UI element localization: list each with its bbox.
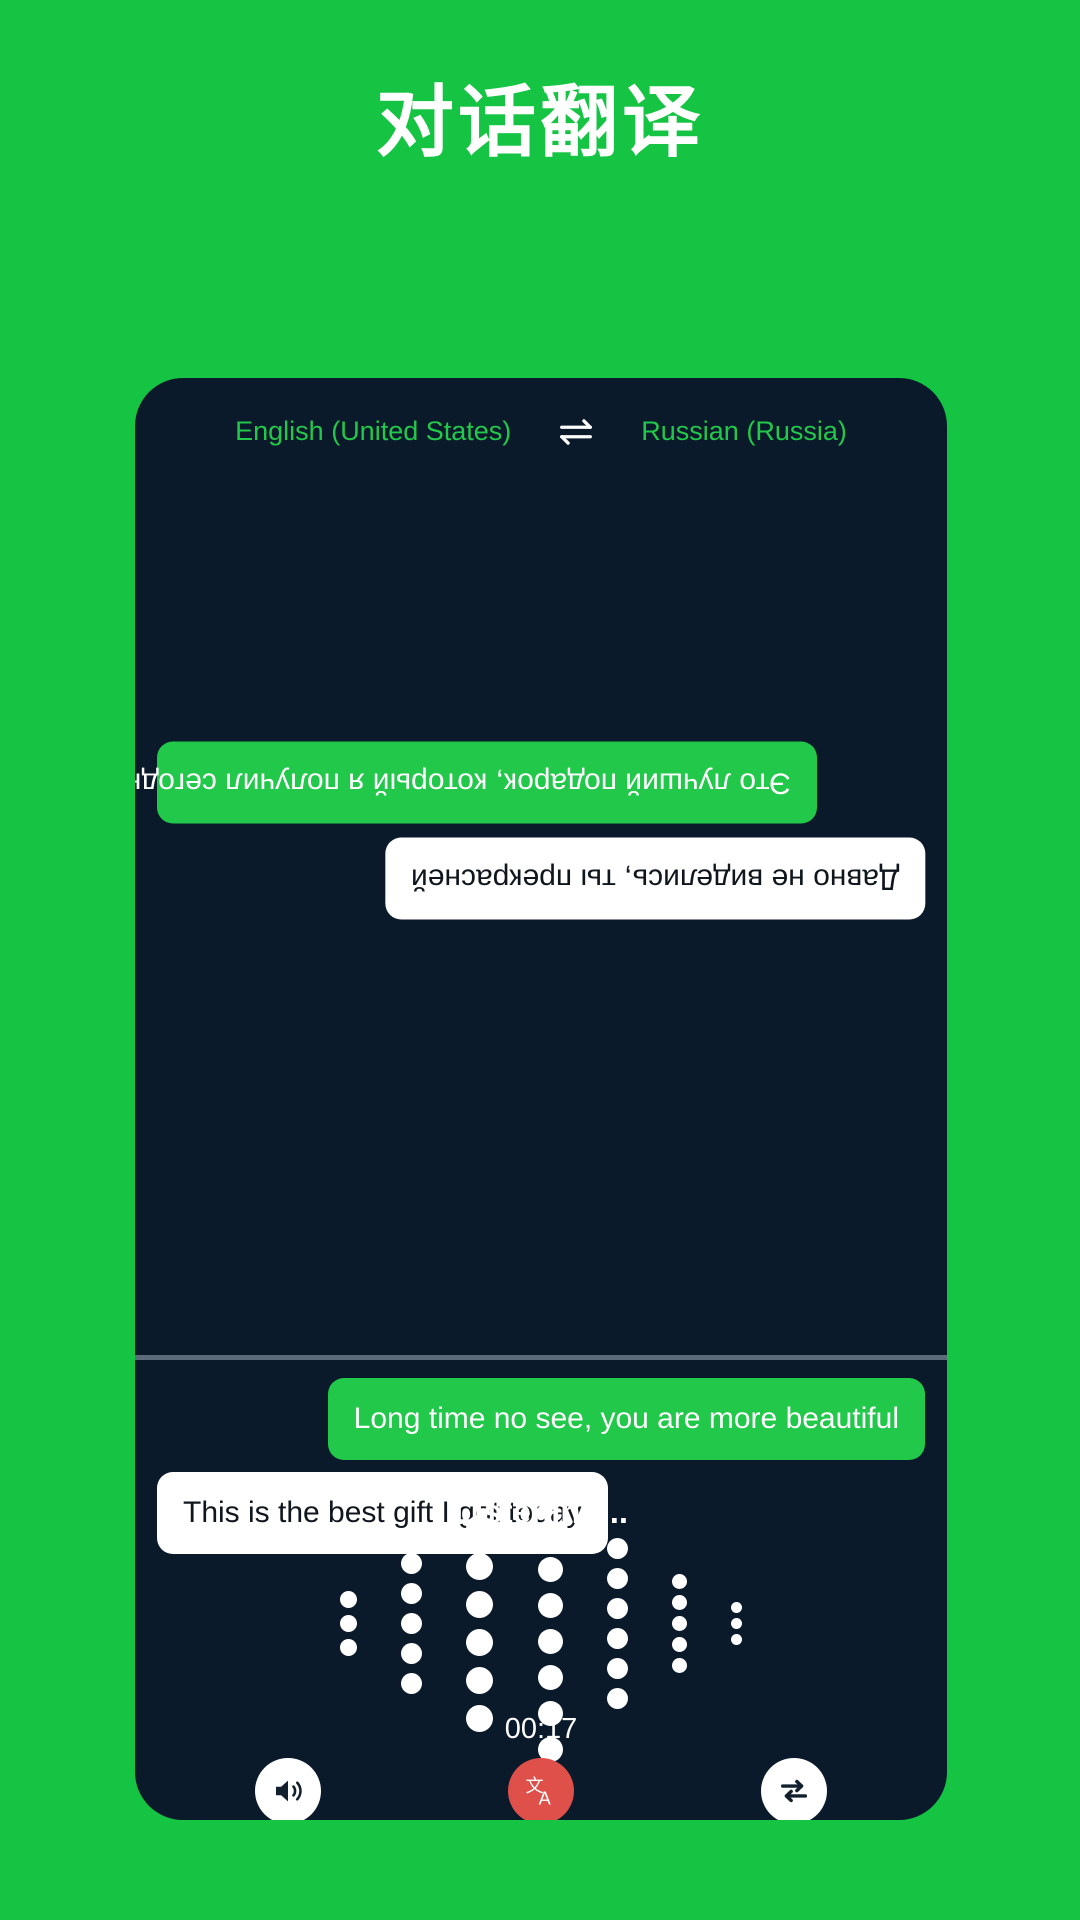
message-bubble-local-1: Long time no see, you are more beautiful xyxy=(327,1378,925,1460)
waveform-dot xyxy=(466,1628,494,1656)
waveform-dot xyxy=(466,1666,494,1694)
quit-button[interactable]: 文 A Quit xyxy=(436,1758,646,1820)
page-title: 对话翻译 xyxy=(375,78,704,166)
waveform-column xyxy=(466,1514,494,1732)
source-language-selector[interactable]: English (United States) xyxy=(235,416,511,447)
recording-timer: 00:17 xyxy=(504,1713,578,1745)
message-bubble-remote-2: Давно не виделись, ты прекрасней xyxy=(384,838,925,920)
svg-text:A: A xyxy=(539,1788,552,1808)
waveform-dot xyxy=(606,1657,628,1679)
waveform-dot xyxy=(401,1552,423,1574)
remote-conversation-panel: Это лучший подарок, который я получил се… xyxy=(135,474,947,1354)
translate-icon: 文 A xyxy=(507,1758,574,1820)
speaker-toggle-button[interactable]: Speaker is on xyxy=(183,1758,393,1820)
waveform-dot xyxy=(466,1552,494,1580)
waveform-column xyxy=(339,1590,357,1656)
speaker-on-icon xyxy=(254,1758,321,1820)
audio-waveform xyxy=(135,1484,947,1762)
waveform-dot xyxy=(466,1514,494,1542)
waveform-dot xyxy=(606,1627,628,1649)
waveform-dot xyxy=(671,1573,687,1589)
waveform-dot xyxy=(401,1642,423,1664)
message-row: Long time no see, you are more beautiful xyxy=(135,1378,947,1460)
waveform-column xyxy=(401,1552,423,1694)
waveform-dot xyxy=(537,1592,563,1618)
waveform-dot xyxy=(606,1597,628,1619)
waveform-dot xyxy=(537,1628,563,1654)
waveform-dot xyxy=(339,1638,357,1656)
waveform-dot xyxy=(606,1537,628,1559)
waveform-dot xyxy=(466,1590,494,1618)
waveform-dot xyxy=(671,1636,687,1652)
language-bar: English (United States) Russian (Russia) xyxy=(135,416,947,447)
waveform-dot xyxy=(606,1687,628,1709)
waveform-dot xyxy=(537,1484,563,1510)
message-row: Давно не виделись, ты прекрасней xyxy=(135,838,947,920)
waveform-dot xyxy=(731,1617,743,1629)
waveform-dot xyxy=(731,1633,743,1645)
waveform-dot xyxy=(339,1614,357,1632)
waveform-dot xyxy=(537,1556,563,1582)
waveform-dot xyxy=(401,1612,423,1634)
waveform-column xyxy=(671,1573,687,1673)
target-language-selector[interactable]: Russian (Russia) xyxy=(641,416,847,447)
message-bubble-remote-1: Это лучший подарок, который я получил се… xyxy=(135,742,817,824)
waveform-column xyxy=(606,1537,628,1709)
waveform-column xyxy=(731,1601,743,1645)
waveform-dot xyxy=(606,1567,628,1589)
waveform-dot xyxy=(401,1672,423,1694)
waveform-dot xyxy=(537,1520,563,1546)
waveform-dot xyxy=(671,1657,687,1673)
waveform-dot xyxy=(401,1582,423,1604)
message-row: Это лучший подарок, который я получил се… xyxy=(135,742,947,824)
control-bar: Speaker is on 文 A Quit xyxy=(135,1758,947,1820)
swap-arrows-icon xyxy=(761,1758,828,1820)
phone-card: English (United States) Russian (Russia)… xyxy=(135,378,947,1820)
waveform-dot xyxy=(671,1615,687,1631)
swap-horizontal-icon[interactable] xyxy=(557,417,595,447)
waveform-dot xyxy=(731,1601,743,1613)
waveform-dot xyxy=(339,1590,357,1608)
waveform-dot xyxy=(671,1594,687,1610)
app-screen: 对话翻译 English (United States) Russian (Ru… xyxy=(0,0,1080,1920)
waveform-dot xyxy=(537,1664,563,1690)
toggle-button[interactable]: Toggle xyxy=(689,1758,899,1820)
